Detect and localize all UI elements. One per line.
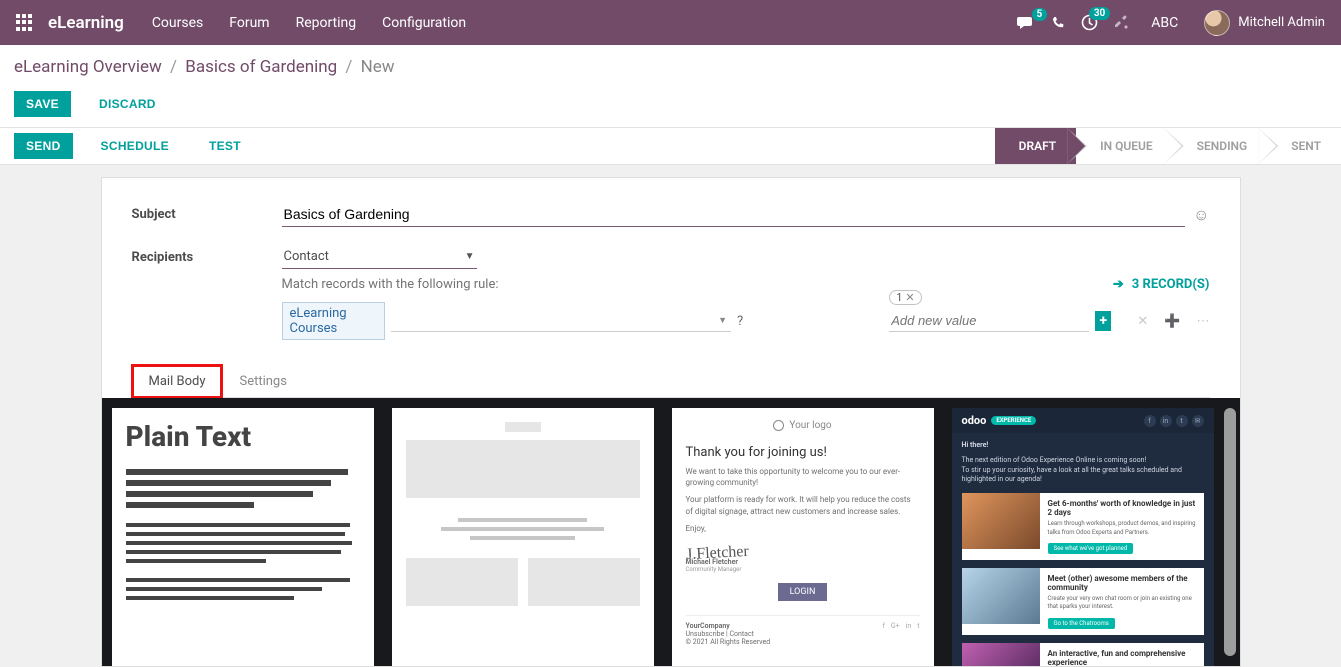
send-bar: SEND SCHEDULE TEST DRAFT IN QUEUE SENDIN… bbox=[0, 127, 1341, 165]
user-name: Mitchell Admin bbox=[1238, 15, 1325, 30]
subject-label: Subject bbox=[132, 207, 282, 222]
emoji-icon[interactable]: ☺ bbox=[1193, 205, 1209, 225]
nav-reporting[interactable]: Reporting bbox=[296, 15, 357, 31]
records-link[interactable]: ➔ 3 RECORD(S) bbox=[1113, 277, 1210, 292]
test-button[interactable]: TEST bbox=[197, 133, 253, 159]
avatar bbox=[1204, 10, 1230, 36]
add-branch-icon[interactable]: ➕ bbox=[1164, 314, 1180, 329]
social-icons: fG+int bbox=[882, 622, 919, 646]
domain-field-tag[interactable]: eLearning Courses bbox=[282, 302, 386, 340]
recipients-value: Contact bbox=[284, 249, 329, 264]
social-dark-icons: fint✉ bbox=[1144, 415, 1204, 427]
send-button[interactable]: SEND bbox=[14, 133, 73, 159]
status-stages: DRAFT IN QUEUE SENDING SENT bbox=[995, 128, 1341, 164]
chat-badge: 5 bbox=[1032, 8, 1048, 21]
apps-icon[interactable] bbox=[16, 14, 34, 32]
value-badge[interactable]: 1 ✕ bbox=[889, 290, 921, 305]
recipients-label: Recipients bbox=[132, 250, 282, 265]
caret-down-icon: ▼ bbox=[718, 315, 727, 326]
operator-cell[interactable]: ? bbox=[737, 314, 743, 329]
login-button: LOGIN bbox=[778, 583, 828, 601]
tab-mail-body[interactable]: Mail Body bbox=[132, 365, 223, 398]
crumb-overview[interactable]: eLearning Overview bbox=[14, 57, 162, 77]
template-welcome[interactable]: Your logo Thank you for joining us! We w… bbox=[672, 408, 934, 666]
caret-down-icon: ▼ bbox=[465, 251, 475, 262]
tools-icon[interactable] bbox=[1114, 15, 1129, 30]
value-input[interactable] bbox=[889, 310, 1089, 331]
crumb-sep: / bbox=[345, 57, 352, 77]
clock-badge: 30 bbox=[1089, 7, 1110, 20]
tab-settings[interactable]: Settings bbox=[222, 365, 303, 398]
discard-button[interactable]: DISCARD bbox=[87, 91, 168, 117]
chat-icon[interactable]: 5 bbox=[1017, 15, 1035, 31]
breadcrumb: eLearning Overview / Basics of Gardening… bbox=[14, 57, 1327, 77]
template-gallery[interactable]: Plain Text Your logo Tha bbox=[102, 398, 1240, 666]
delete-rule-icon[interactable]: ✕ bbox=[1137, 314, 1148, 329]
template-plain-text[interactable]: Plain Text bbox=[112, 408, 374, 666]
subject-input[interactable] bbox=[282, 202, 1186, 227]
form-card: Subject ☺ Recipients Contact ▼ ➔ 3 RECOR… bbox=[101, 177, 1241, 667]
tabs: Mail Body Settings bbox=[132, 364, 1210, 398]
crumb-course[interactable]: Basics of Gardening bbox=[185, 57, 337, 77]
add-rule-button[interactable]: + bbox=[1095, 311, 1111, 331]
stage-sending[interactable]: SENDING bbox=[1173, 128, 1268, 164]
more-rule-icon[interactable]: ⋯ bbox=[1197, 314, 1210, 329]
logo-placeholder-icon bbox=[773, 420, 784, 431]
nav-forum[interactable]: Forum bbox=[229, 15, 269, 31]
stage-sent[interactable]: SENT bbox=[1267, 128, 1341, 164]
schedule-button[interactable]: SCHEDULE bbox=[89, 133, 181, 159]
phone-icon[interactable] bbox=[1051, 16, 1065, 30]
template-odoo-experience[interactable]: odooEXPERIENCE fint✉ Hi there! The next … bbox=[952, 408, 1214, 666]
brand[interactable]: eLearning bbox=[48, 13, 124, 33]
save-button[interactable]: SAVE bbox=[14, 91, 71, 117]
company-name[interactable]: ABC bbox=[1151, 15, 1178, 31]
crumb-current: New bbox=[361, 57, 395, 77]
recipients-select[interactable]: Contact ▼ bbox=[282, 245, 477, 269]
stage-inqueue[interactable]: IN QUEUE bbox=[1076, 128, 1173, 164]
nav-configuration[interactable]: Configuration bbox=[382, 15, 466, 31]
match-rule-text: Match records with the following rule: bbox=[282, 277, 1210, 292]
top-nav: eLearning Courses Forum Reporting Config… bbox=[0, 0, 1341, 45]
template-basic-layout[interactable] bbox=[392, 408, 654, 666]
clock-icon[interactable]: 30 bbox=[1081, 14, 1098, 31]
value-column: 1 ✕ bbox=[889, 310, 1089, 332]
plain-text-title: Plain Text bbox=[126, 420, 360, 453]
arrow-right-icon: ➔ bbox=[1113, 277, 1124, 292]
subheader: eLearning Overview / Basics of Gardening… bbox=[0, 45, 1341, 127]
crumb-sep: / bbox=[170, 57, 177, 77]
remove-value-icon[interactable]: ✕ bbox=[905, 291, 914, 304]
domain-field-select[interactable]: ▼ bbox=[391, 310, 731, 332]
stage-draft[interactable]: DRAFT bbox=[995, 128, 1077, 164]
user-menu[interactable]: Mitchell Admin bbox=[1204, 10, 1325, 36]
nav-courses[interactable]: Courses bbox=[152, 15, 203, 31]
welcome-heading: Thank you for joining us! bbox=[686, 445, 920, 460]
